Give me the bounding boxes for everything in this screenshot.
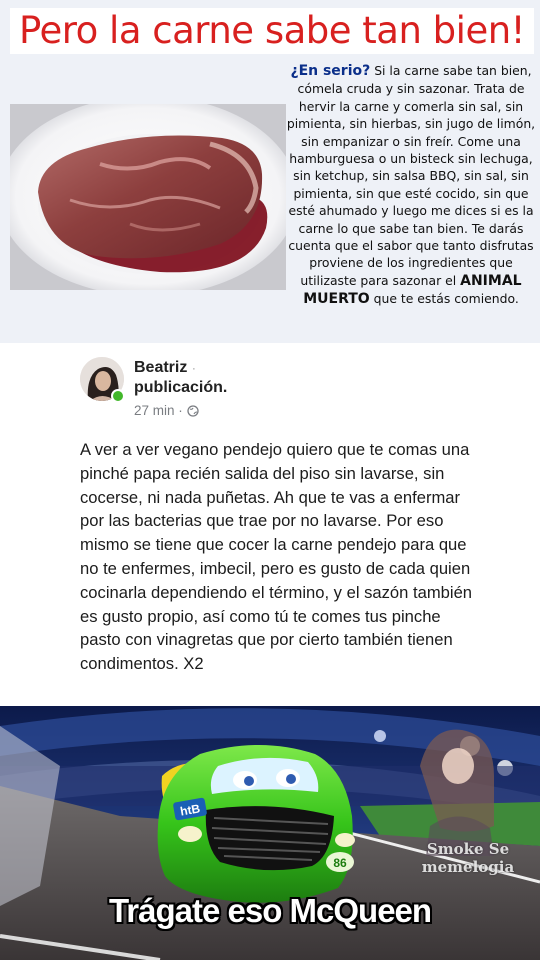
post-time[interactable]: 27 min · — [134, 402, 183, 420]
raw-steak-illustration — [10, 104, 286, 290]
poster-tail: que te estás comiendo. — [369, 291, 519, 307]
raw-steak-photo — [10, 104, 286, 290]
poster-title: Pero la carne sabe tan bien! — [19, 9, 526, 52]
post-meta: 27 min · — [134, 402, 199, 420]
poster-title-bar: Pero la carne sabe tan bien! — [10, 8, 534, 54]
watermark-line-1: Smoke Se — [426, 840, 510, 858]
post-action: publicación. — [134, 379, 228, 396]
poster-body: Si la carne sabe tan bien, cómela cruda … — [286, 63, 536, 288]
meme-caption: Trágate eso McQueen — [108, 892, 432, 929]
vegan-poster: Pero la carne sabe tan bien! ¿En serio? … — [0, 0, 540, 343]
online-status-dot — [111, 389, 125, 403]
globe-icon — [187, 405, 199, 417]
post-author[interactable]: Beatriz · — [134, 358, 196, 378]
facebook-post: Beatriz · publicación. 27 min · A ver a … — [0, 343, 540, 706]
poster-lead: ¿En serio? — [290, 63, 371, 79]
mcqueen-meme: htB 86 Smoke Se memelogia Trágate eso Mc… — [0, 706, 540, 960]
post-author-name[interactable]: Beatriz — [134, 359, 187, 376]
post-text: A ver a ver vegano pendejo quiero que te… — [80, 440, 473, 674]
watermark-line-2: memelogia — [421, 858, 515, 876]
meme-watermark: Smoke Se memelogia — [398, 840, 538, 876]
author-separator: · — [191, 361, 196, 375]
car-number: 86 — [333, 856, 347, 870]
poster-message: ¿En serio? Si la carne sabe tan bien, có… — [284, 62, 538, 309]
